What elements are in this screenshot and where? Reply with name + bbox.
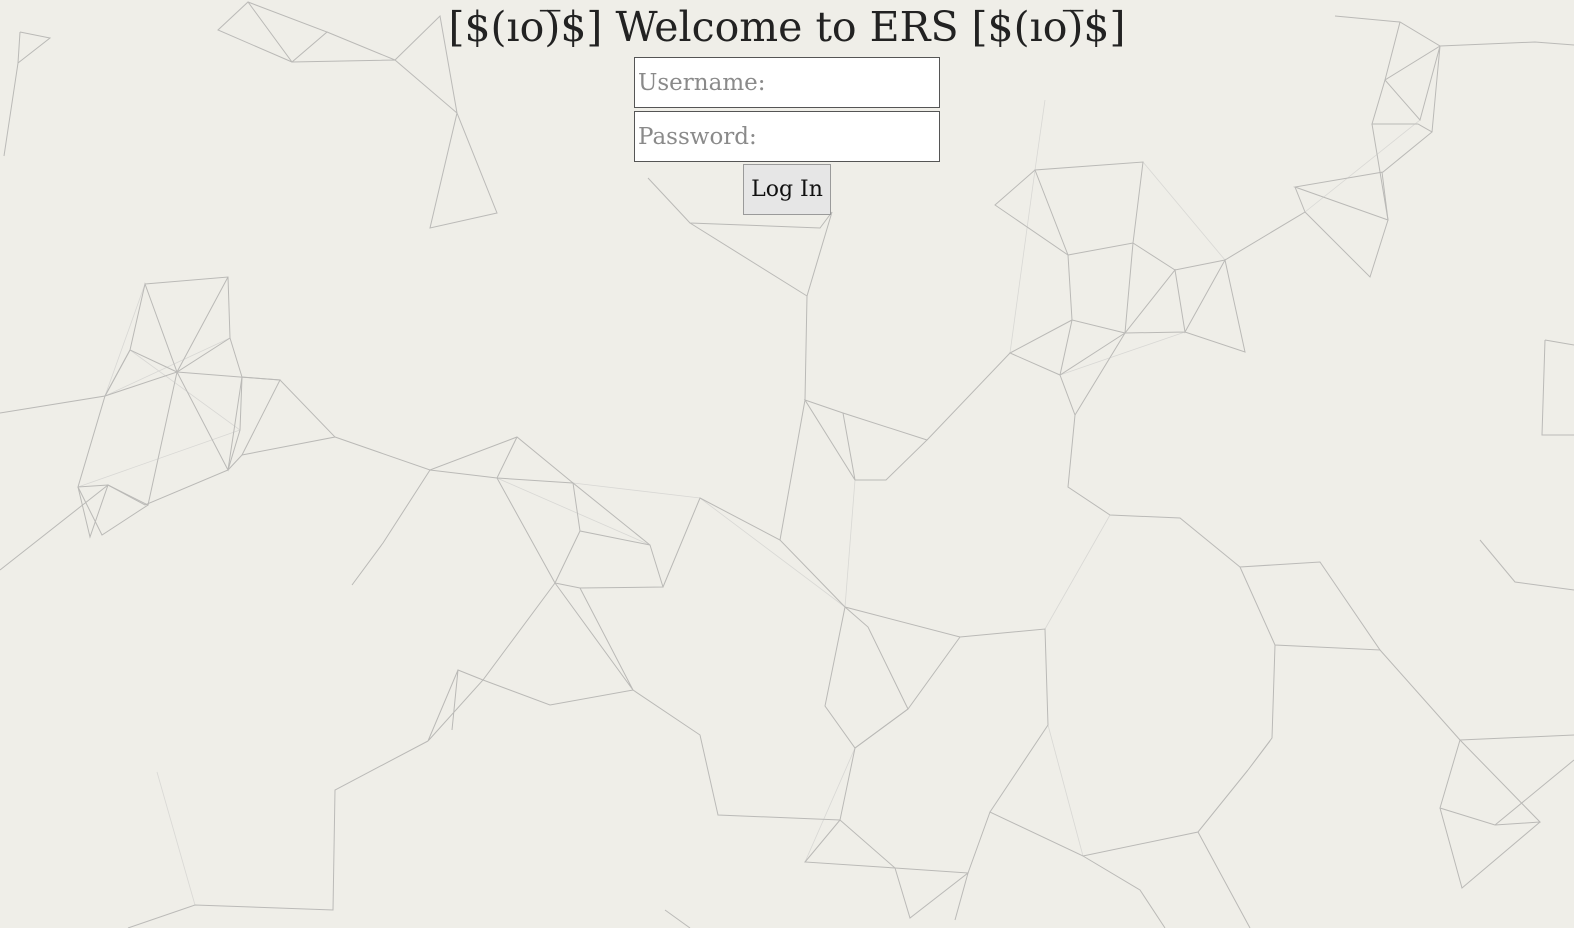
page-title: [$(ıo)̅$] Welcome to ERS [$(ıo)̅$]	[448, 3, 1126, 51]
username-input[interactable]	[634, 57, 940, 108]
password-input[interactable]	[634, 111, 940, 162]
login-form: [$(ıo)̅$] Welcome to ERS [$(ıo)̅$] Log I…	[0, 0, 1574, 215]
login-button[interactable]: Log In	[743, 164, 831, 215]
